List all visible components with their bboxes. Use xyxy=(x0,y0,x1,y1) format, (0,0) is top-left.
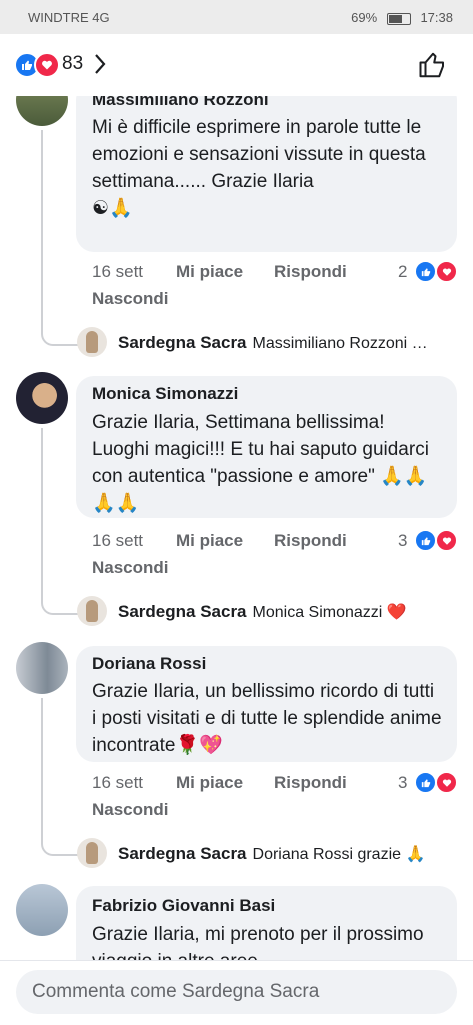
like-reaction-icon xyxy=(415,530,436,551)
reply-text: Massimiliano Rozzoni … xyxy=(252,335,428,352)
avatar[interactable] xyxy=(16,96,68,126)
reply-preview[interactable]: Sardegna Sacra Massimiliano Rozzoni … xyxy=(118,333,453,353)
comment-reaction-count[interactable]: 3 xyxy=(398,531,407,551)
reply-text: Monica Simonazzi ❤️ xyxy=(252,604,407,621)
comment-reaction-count[interactable]: 3 xyxy=(398,773,407,793)
avatar[interactable] xyxy=(16,642,68,694)
hide-button[interactable]: Nascondi xyxy=(92,800,169,820)
battery-icon xyxy=(386,12,411,25)
battery-label: 69% xyxy=(351,10,378,25)
comment-date[interactable]: 16 sett xyxy=(92,773,143,793)
comment-text: Grazie Ilaria, un bellissimo ricordo di … xyxy=(92,678,442,759)
comment-input[interactable] xyxy=(16,970,457,1014)
love-reaction-icon xyxy=(436,530,457,551)
comment-text: Grazie Ilaria, mi prenoto per il prossim… xyxy=(92,924,424,960)
carrier-label: WINDTRE 4G xyxy=(28,10,110,25)
chevron-right-icon[interactable] xyxy=(93,53,107,75)
comment-text-body: Grazie Ilaria, un bellissimo ricordo di … xyxy=(92,681,442,756)
thread-line xyxy=(41,130,79,346)
comment-list: Massimiliano Rozzoni Mi è difficile espr… xyxy=(0,96,473,960)
comment-text: Grazie Ilaria, Settimana bellissima! Luo… xyxy=(92,409,442,517)
reply-preview[interactable]: Sardegna Sacra Doriana Rossi grazie 🙏 xyxy=(118,844,453,864)
comment-text: Mi è difficile esprimere in parole tutte… xyxy=(92,114,442,222)
comment-text-body: Mi è difficile esprimere in parole tutte… xyxy=(92,117,426,192)
thread-line xyxy=(41,698,79,856)
thread-line xyxy=(41,428,79,615)
reply-author[interactable]: Sardegna Sacra xyxy=(118,333,247,352)
like-button[interactable]: Mi piace xyxy=(176,262,243,282)
reply-button[interactable]: Rispondi xyxy=(274,773,347,793)
love-reaction-icon xyxy=(436,772,457,793)
reply-author[interactable]: Sardegna Sacra xyxy=(118,602,247,621)
reply-button[interactable]: Rispondi xyxy=(274,531,347,551)
reaction-count[interactable]: 83 xyxy=(62,53,83,75)
comment-author[interactable]: Fabrizio Giovanni Basi xyxy=(92,896,275,916)
page-avatar[interactable] xyxy=(77,596,107,626)
comment-reaction-count[interactable]: 2 xyxy=(398,262,407,282)
like-reaction-icon xyxy=(415,772,436,793)
comment-emoji: ☯🙏 xyxy=(92,198,133,219)
hide-button[interactable]: Nascondi xyxy=(92,558,169,578)
hide-button[interactable]: Nascondi xyxy=(92,289,169,309)
reply-button[interactable]: Rispondi xyxy=(274,262,347,282)
clock: 17:38 xyxy=(420,10,453,25)
love-reaction-icon xyxy=(34,52,60,78)
like-button[interactable]: Mi piace xyxy=(176,773,243,793)
status-right: 69% 17:38 xyxy=(351,10,453,25)
avatar[interactable] xyxy=(16,884,68,936)
love-reaction-icon xyxy=(436,261,457,282)
comment-date[interactable]: 16 sett xyxy=(92,262,143,282)
comment-author[interactable]: Massimiliano Rozzoni xyxy=(92,96,269,110)
comment-text-body: Grazie Ilaria, Settimana bellissima! Luo… xyxy=(92,412,429,487)
reply-author[interactable]: Sardegna Sacra xyxy=(118,844,247,863)
comment-date[interactable]: 16 sett xyxy=(92,531,143,551)
comment-emoji: 🌹💖 xyxy=(175,735,223,756)
page-avatar[interactable] xyxy=(77,838,107,868)
page-avatar[interactable] xyxy=(77,327,107,357)
like-button[interactable]: Mi piace xyxy=(176,531,243,551)
reply-text: Doriana Rossi grazie 🙏 xyxy=(252,846,426,863)
like-outline-icon[interactable] xyxy=(418,50,448,80)
reply-preview[interactable]: Sardegna Sacra Monica Simonazzi ❤️ xyxy=(118,602,453,622)
comment-author[interactable]: Doriana Rossi xyxy=(92,654,206,674)
status-bar: WINDTRE 4G 69% 17:38 xyxy=(0,0,473,34)
comment-author[interactable]: Monica Simonazzi xyxy=(92,384,238,404)
avatar[interactable] xyxy=(16,372,68,424)
like-reaction-icon xyxy=(415,261,436,282)
